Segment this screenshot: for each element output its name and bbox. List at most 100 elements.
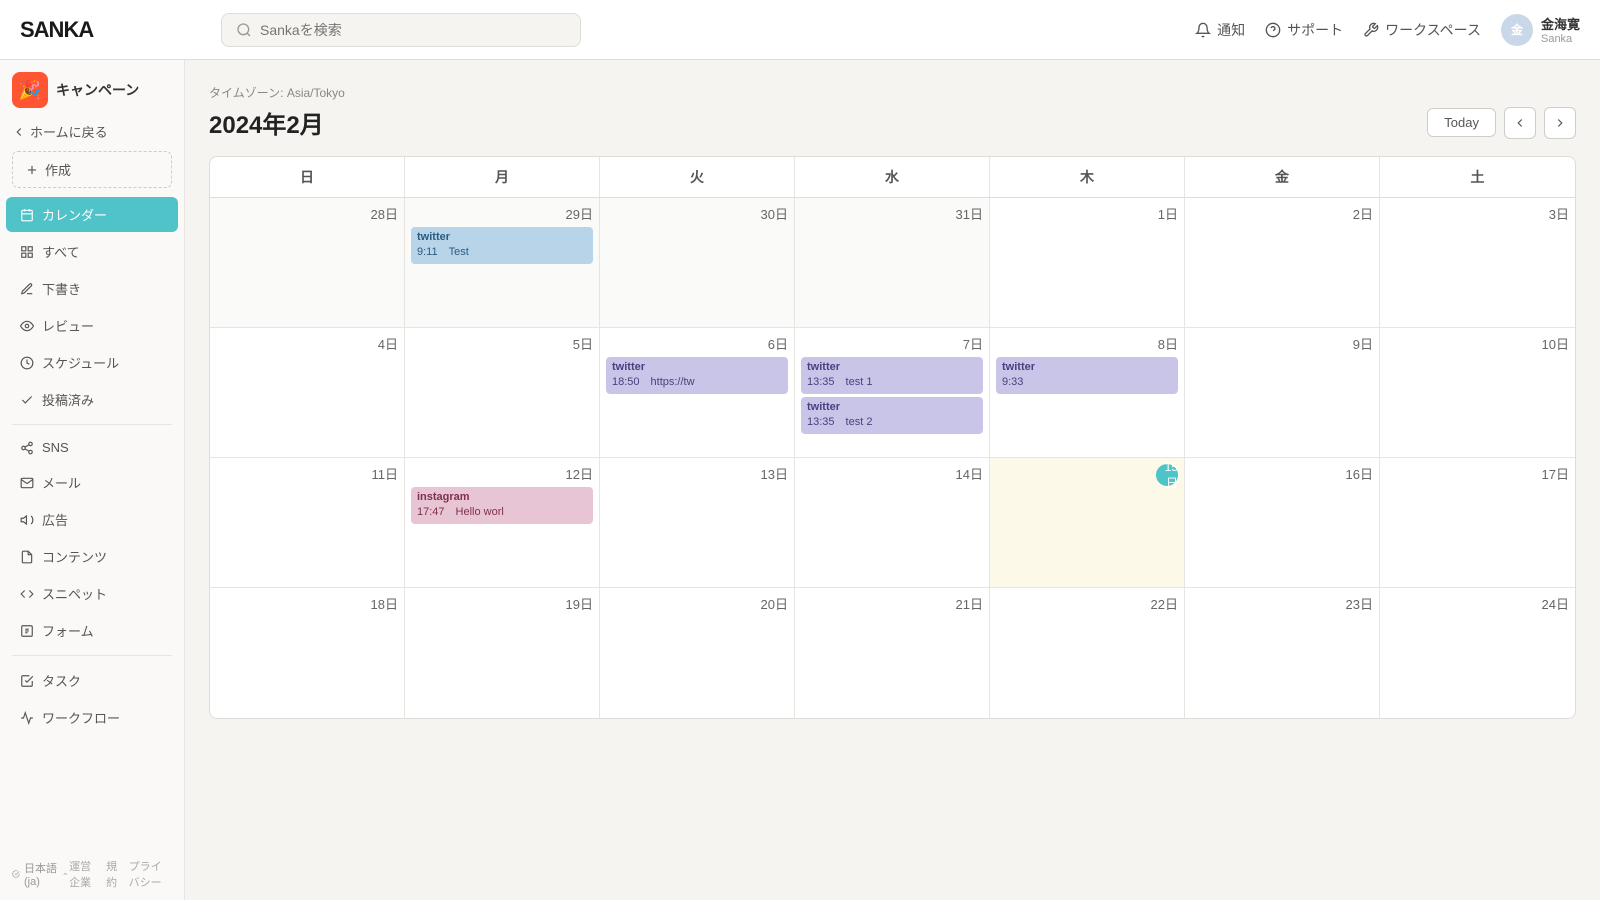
event-platform: twitter	[807, 400, 977, 415]
calendar-cell[interactable]: 8日 twitter9:33	[990, 328, 1185, 458]
calendar-cell[interactable]: 22日	[990, 588, 1185, 718]
calendar-cell[interactable]: 23日	[1185, 588, 1380, 718]
header: SANKA 通知 サポート ワークスペース 金 金海寛 Sanka	[0, 0, 1600, 60]
calendar-cell[interactable]: 3日	[1380, 198, 1575, 328]
calendar-cell[interactable]: 11日	[210, 458, 405, 588]
calendar-cell[interactable]: 31日	[795, 198, 990, 328]
user-info: 金海寛 Sanka	[1541, 14, 1580, 45]
calendar-cell[interactable]: 24日	[1380, 588, 1575, 718]
calendar-cell[interactable]: 9日	[1185, 328, 1380, 458]
calendar-cell[interactable]: 7日 twitter13:35 test 1twitter13:35 test 2	[795, 328, 990, 458]
calendar-event[interactable]: twitter9:11 Test	[411, 227, 593, 264]
day-header-thu: 木	[990, 157, 1185, 197]
sidebar-item-label: すべて	[42, 242, 80, 261]
header-right: 通知 サポート ワークスペース 金 金海寛 Sanka	[1195, 14, 1580, 46]
sidebar-item-review[interactable]: レビュー	[6, 308, 178, 343]
cell-date: 6日	[606, 334, 788, 353]
calendar-cell[interactable]: 15日	[990, 458, 1185, 588]
cell-date: 1日	[996, 204, 1178, 223]
workspace-button[interactable]: ワークスペース	[1363, 20, 1481, 40]
calendar-event[interactable]: twitter13:35 test 2	[801, 397, 983, 434]
calendar-cell[interactable]: 10日	[1380, 328, 1575, 458]
calendar-cell[interactable]: 13日	[600, 458, 795, 588]
cell-date: 8日	[996, 334, 1178, 353]
next-month-button[interactable]	[1544, 107, 1576, 139]
sidebar-item-workflow[interactable]: ワークフロー	[6, 700, 178, 735]
sidebar-item-label: スケジュール	[42, 353, 119, 372]
user-area[interactable]: 金 金海寛 Sanka	[1501, 14, 1580, 46]
divider-2	[12, 655, 172, 656]
sidebar-item-label: カレンダー	[42, 205, 107, 224]
cell-date: 24日	[1386, 594, 1569, 613]
cell-date: 22日	[996, 594, 1178, 613]
sidebar-footer: 日本語 (ja) 運営企業 規約 プライバシー	[0, 848, 184, 900]
calendar-cell[interactable]: 30日	[600, 198, 795, 328]
bell-icon	[1195, 22, 1211, 38]
cell-date: 12日	[411, 464, 593, 483]
clock-icon	[20, 356, 34, 370]
sidebar-item-snippet[interactable]: スニペット	[6, 576, 178, 611]
day-header-sun: 日	[210, 157, 405, 197]
month-title: 2024年2月	[209, 105, 324, 140]
sidebar-item-content[interactable]: コンテンツ	[6, 539, 178, 574]
calendar-cell[interactable]: 14日	[795, 458, 990, 588]
sidebar-back-button[interactable]: ホームに戻る	[0, 116, 184, 147]
sidebar-item-label: レビュー	[42, 316, 94, 335]
support-button[interactable]: サポート	[1265, 20, 1343, 40]
calendar-cell[interactable]: 6日 twitter18:50 https://tw	[600, 328, 795, 458]
calendar-event[interactable]: twitter18:50 https://tw	[606, 357, 788, 394]
calendar-cell[interactable]: 29日twitter9:11 Test	[405, 198, 600, 328]
main-content: タイムゾーン: Asia/Tokyo 2024年2月 Today 日 月 火 水…	[185, 60, 1600, 900]
event-platform: twitter	[612, 360, 782, 375]
calendar-cell[interactable]: 4日	[210, 328, 405, 458]
event-platform: instagram	[417, 490, 587, 505]
calendar-cell[interactable]: 2日	[1185, 198, 1380, 328]
calendar-event[interactable]: twitter13:35 test 1	[801, 357, 983, 394]
search-input[interactable]	[260, 22, 566, 38]
workflow-icon	[20, 711, 34, 725]
calendar-cell[interactable]: 21日	[795, 588, 990, 718]
notification-button[interactable]: 通知	[1195, 20, 1245, 40]
footer-terms-link[interactable]: 規約	[106, 858, 121, 890]
calendar-cell[interactable]: 18日	[210, 588, 405, 718]
create-button[interactable]: 作成	[12, 151, 172, 188]
footer-privacy-link[interactable]: プライバシー	[129, 858, 172, 890]
sidebar-item-calendar[interactable]: カレンダー	[6, 197, 178, 232]
sidebar-top: 🎉 キャンペーン	[0, 60, 184, 116]
calendar-cell[interactable]: 16日	[1185, 458, 1380, 588]
mail-icon	[20, 476, 34, 490]
sidebar-item-all[interactable]: すべて	[6, 234, 178, 269]
check-icon	[20, 393, 34, 407]
cell-date: 11日	[216, 464, 398, 483]
sidebar-item-form[interactable]: フォーム	[6, 613, 178, 648]
today-button[interactable]: Today	[1427, 108, 1496, 137]
calendar-event[interactable]: twitter9:33	[996, 357, 1178, 394]
chevron-left-icon	[12, 125, 26, 139]
lang-selector[interactable]: 日本語 (ja)	[12, 860, 69, 888]
calendar-cell[interactable]: 17日	[1380, 458, 1575, 588]
sidebar-item-schedule[interactable]: スケジュール	[6, 345, 178, 380]
footer-company-link[interactable]: 運営企業	[69, 858, 98, 890]
calendar-cell[interactable]: 1日	[990, 198, 1185, 328]
sidebar-item-mail[interactable]: メール	[6, 465, 178, 500]
sidebar-item-task[interactable]: タスク	[6, 663, 178, 698]
cell-date: 10日	[1386, 334, 1569, 353]
sidebar-item-posted[interactable]: 投稿済み	[6, 382, 178, 417]
calendar-cell[interactable]: 12日 instagram17:47 Hello worl	[405, 458, 600, 588]
calendar-cell[interactable]: 19日	[405, 588, 600, 718]
sidebar-item-label: タスク	[42, 671, 81, 690]
sidebar-item-draft[interactable]: 下書き	[6, 271, 178, 306]
calendar-cell[interactable]: 5日	[405, 328, 600, 458]
calendar-cell[interactable]: 28日	[210, 198, 405, 328]
sidebar-item-ads[interactable]: 広告	[6, 502, 178, 537]
cell-date: 7日	[801, 334, 983, 353]
event-platform: twitter	[1002, 360, 1172, 375]
prev-month-button[interactable]	[1504, 107, 1536, 139]
campaign-icon: 🎉	[12, 72, 48, 108]
calendar-event[interactable]: instagram17:47 Hello worl	[411, 487, 593, 524]
file-icon	[20, 550, 34, 564]
sidebar-item-sns[interactable]: SNS	[6, 432, 178, 463]
sidebar-item-label: ワークフロー	[42, 708, 120, 727]
calendar-cell[interactable]: 20日	[600, 588, 795, 718]
calendar-grid: 日 月 火 水 木 金 土 28日29日twitter9:11 Test30日3…	[209, 156, 1576, 719]
